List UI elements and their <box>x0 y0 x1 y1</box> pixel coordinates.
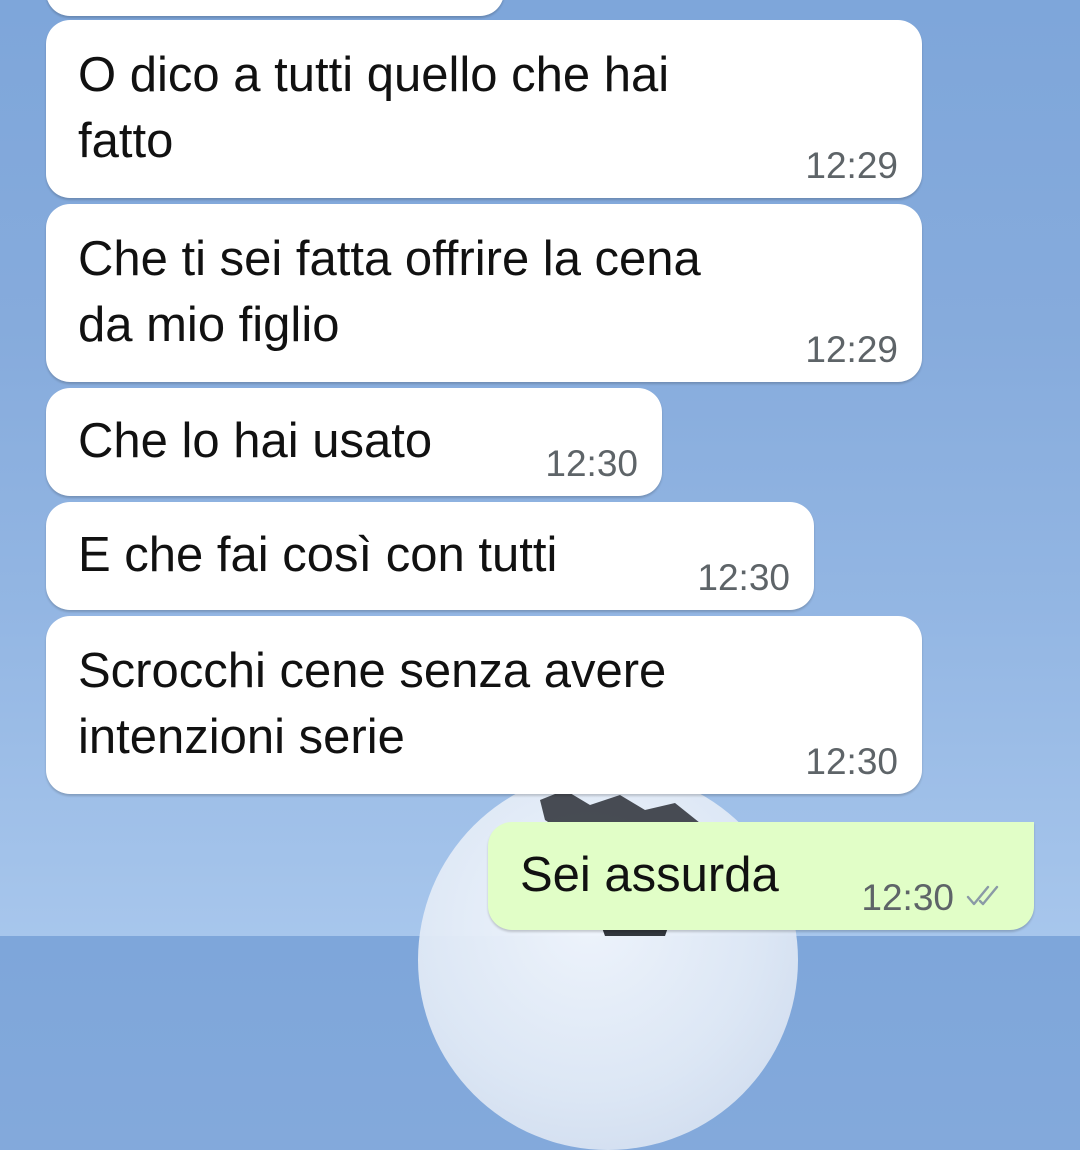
message-text: Sei assurda <box>520 848 779 902</box>
message-text: Che ti sei fatta offrire la cena da mio … <box>78 232 701 352</box>
message-bubble-partial[interactable] <box>46 0 504 16</box>
message-timestamp: 12:30 <box>861 877 954 918</box>
message-list[interactable]: O dico a tutti quello che hai fatto 12:2… <box>0 0 1080 936</box>
message-text: Scrocchi cene senza avere intenzioni ser… <box>78 644 667 764</box>
message-bubble[interactable]: Che ti sei fatta offrire la cena da mio … <box>46 204 922 382</box>
message-timestamp: 12:29 <box>805 145 898 186</box>
message-bubble[interactable]: O dico a tutti quello che hai fatto 12:2… <box>46 20 922 198</box>
double-check-icon <box>966 885 999 906</box>
message-bubble[interactable]: Che lo hai usato 12:30 <box>46 388 662 496</box>
message-timestamp: 12:30 <box>697 557 790 598</box>
message-timestamp: 12:30 <box>805 741 898 782</box>
message-text: O dico a tutti quello che hai fatto <box>78 48 670 168</box>
message-timestamp: 12:30 <box>545 443 638 484</box>
message-text: E che fai così con tutti <box>78 528 558 582</box>
message-text: Che lo hai usato <box>78 414 433 468</box>
message-timestamp: 12:29 <box>805 329 898 370</box>
outgoing-message-bubble[interactable]: Sei assurda 12:30 <box>488 822 1034 930</box>
message-bubble[interactable]: E che fai così con tutti 12:30 <box>46 502 814 610</box>
message-bubble[interactable]: Scrocchi cene senza avere intenzioni ser… <box>46 616 922 794</box>
